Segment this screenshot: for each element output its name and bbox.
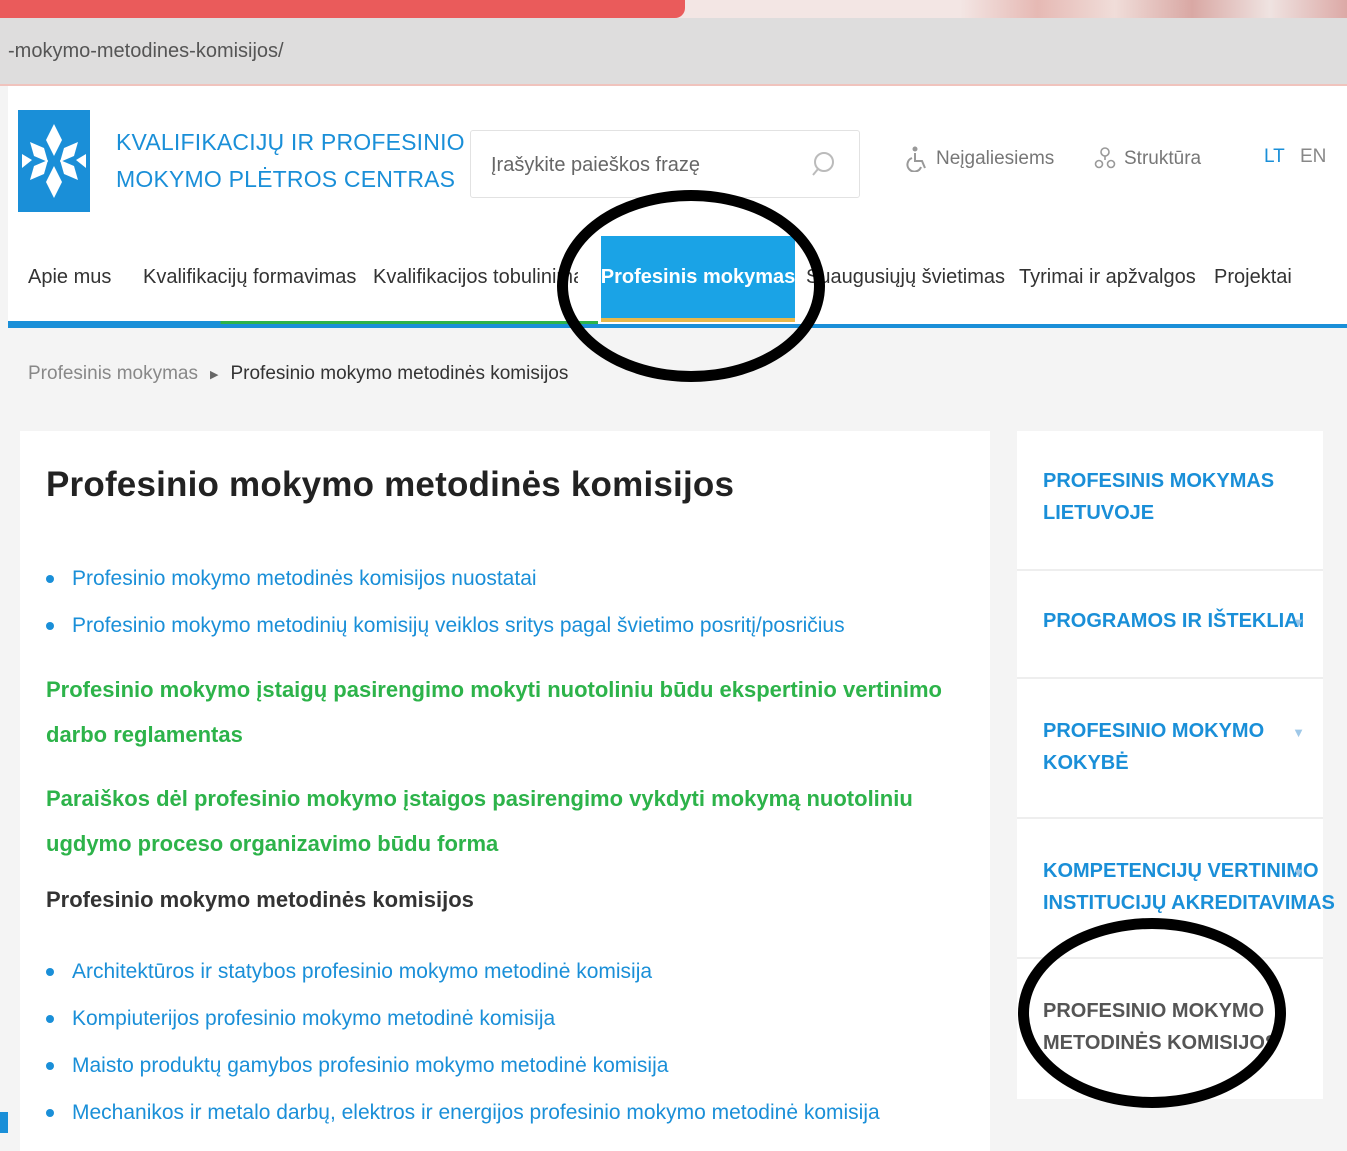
side-item-profesinis-mokymas-lietuvoje[interactable]: PROFESINIS MOKYMAS LIETUVOJE <box>1017 431 1323 571</box>
chevron-down-icon[interactable]: ▼ <box>1292 725 1305 740</box>
side-item-label: PROFESINIO MOKYMO <box>1043 720 1265 742</box>
structure-label: Struktūra <box>1124 148 1202 169</box>
nav-item-tyrimai[interactable]: Tyrimai ir apžvalgos <box>1019 266 1196 289</box>
nav-item-kvalifikaciju-formavimas[interactable]: Kvalifikacijų formavimas <box>143 266 356 289</box>
search-box <box>470 130 860 198</box>
chevron-down-icon[interactable]: ▼ <box>1292 865 1305 880</box>
brand-line-1: KVALIFIKACIJŲ IR PROFESINIO <box>116 129 465 155</box>
list-item-link[interactable]: Kompiuterijos profesinio mokymo metodinė… <box>46 995 880 1042</box>
list-item-link[interactable]: Architektūros ir statybos profesinio mok… <box>46 948 880 995</box>
green-link-reglamentas[interactable]: Profesinio mokymo įstaigų pasirengimo mo… <box>46 667 946 757</box>
breadcrumb: Profesinis mokymas ▶ Profesinio mokymo m… <box>28 363 568 385</box>
breadcrumb-parent[interactable]: Profesinis mokymas <box>28 363 198 385</box>
search-icon[interactable] <box>811 151 835 177</box>
breadcrumb-separator-icon: ▶ <box>210 368 219 381</box>
website: KVALIFIKACIJŲ IR PROFESINIO MOKYMO PLĖTR… <box>8 86 1347 1151</box>
list-item-link[interactable]: Profesinio mokymo metodinių komisijų vei… <box>46 602 845 649</box>
site-brand-name[interactable]: KVALIFIKACIJŲ IR PROFESINIO MOKYMO PLĖTR… <box>116 124 465 198</box>
side-item-kokybe[interactable]: PROFESINIO MOKYMO KOKYBĖ ▼ <box>1017 679 1323 819</box>
nav-item-projektai[interactable]: Projektai <box>1214 266 1292 289</box>
top-document-list: Profesinio mokymo metodinės komisijos nu… <box>46 555 845 649</box>
brand-line-2: MOKYMO PLĖTROS CENTRAS <box>116 166 456 192</box>
side-item-programos[interactable]: PROGRAMOS IR IŠTEKLIAI ▼ <box>1017 571 1323 679</box>
snowflake-logo-icon <box>18 110 90 212</box>
content-panel: Profesinio mokymo metodinės komisijos Pr… <box>20 431 990 1151</box>
section-subheading: Profesinio mokymo metodinės komisijos <box>46 887 474 912</box>
side-item-label: PROFESINIS MOKYMAS <box>1043 470 1275 492</box>
nav-item-apie-mus[interactable]: Apie mus <box>28 266 111 289</box>
main-nav: Apie mus Kvalifikacijų formavimas Kvalif… <box>8 236 1347 328</box>
active-browser-tab[interactable] <box>0 0 685 18</box>
side-item-akreditavimas[interactable]: KOMPETENCIJŲ VERTINIMO INSTITUCIJŲ AKRED… <box>1017 819 1335 959</box>
side-item-label: KOMPETENCIJŲ VERTINIMO <box>1043 860 1319 882</box>
green-link-paraiskos[interactable]: Paraiškos dėl profesinio mokymo įstaigos… <box>46 776 946 866</box>
site-logo[interactable] <box>18 110 90 212</box>
people-structure-icon <box>1094 147 1116 169</box>
page-title: Profesinio mokymo metodinės komisijos <box>46 465 735 504</box>
side-item-label: PROFESINIO MOKYMO <box>1043 1000 1265 1022</box>
search-input[interactable] <box>489 149 813 181</box>
side-item-label: LIETUVOJE <box>1043 502 1155 524</box>
side-item-metodines-komisijos[interactable]: PROFESINIO MOKYMO METODINĖS KOMISIJOS <box>1017 959 1323 1099</box>
side-item-label: METODINĖS KOMISIJOS <box>1043 1032 1279 1054</box>
language-en[interactable]: EN <box>1300 146 1326 168</box>
address-bar[interactable]: -mokymo-metodines-komisijos/ <box>0 18 1347 86</box>
accessibility-link[interactable]: Neįgaliesiems <box>906 146 1054 172</box>
list-item-link[interactable]: Mechanikos ir metalo darbų, elektros ir … <box>46 1089 880 1136</box>
side-menu: PROFESINIS MOKYMAS LIETUVOJE PROGRAMOS I… <box>1017 431 1335 1099</box>
chevron-down-icon[interactable]: ▼ <box>1292 615 1305 630</box>
wheelchair-icon <box>906 146 926 172</box>
site-header: KVALIFIKACIJŲ IR PROFESINIO MOKYMO PLĖTR… <box>8 86 1347 236</box>
page-corner-mark <box>0 1112 8 1133</box>
side-item-label: INSTITUCIJŲ AKREDITAVIMAS <box>1043 892 1335 914</box>
browser-tab-strip <box>0 0 1347 18</box>
commission-list: Architektūros ir statybos profesinio mok… <box>46 948 880 1136</box>
side-item-label: PROGRAMOS IR IŠTEKLIAI <box>1043 610 1305 632</box>
list-item-link[interactable]: Profesinio mokymo metodinės komisijos nu… <box>46 555 845 602</box>
nav-underline <box>8 321 598 324</box>
structure-link[interactable]: Struktūra <box>1094 146 1201 172</box>
side-item-label: KOKYBĖ <box>1043 752 1129 774</box>
nav-item-suaugusiuju-svietimas[interactable]: Suaugusiųjų švietimas <box>806 266 1005 289</box>
list-item-link[interactable]: Maisto produktų gamybos profesinio mokym… <box>46 1042 880 1089</box>
breadcrumb-current: Profesinio mokymo metodinės komisijos <box>230 363 569 384</box>
language-lt[interactable]: LT <box>1264 146 1285 168</box>
address-url[interactable]: -mokymo-metodines-komisijos/ <box>8 40 284 63</box>
accessibility-label: Neįgaliesiems <box>936 148 1055 169</box>
tab-strip-decoration <box>960 0 1347 18</box>
nav-item-profesinis-mokymas[interactable]: Profesinis mokymas <box>601 236 795 322</box>
nav-item-kvalifikacijos-tobulinimas[interactable]: Kvalifikacijos tobulinima <box>373 266 578 289</box>
